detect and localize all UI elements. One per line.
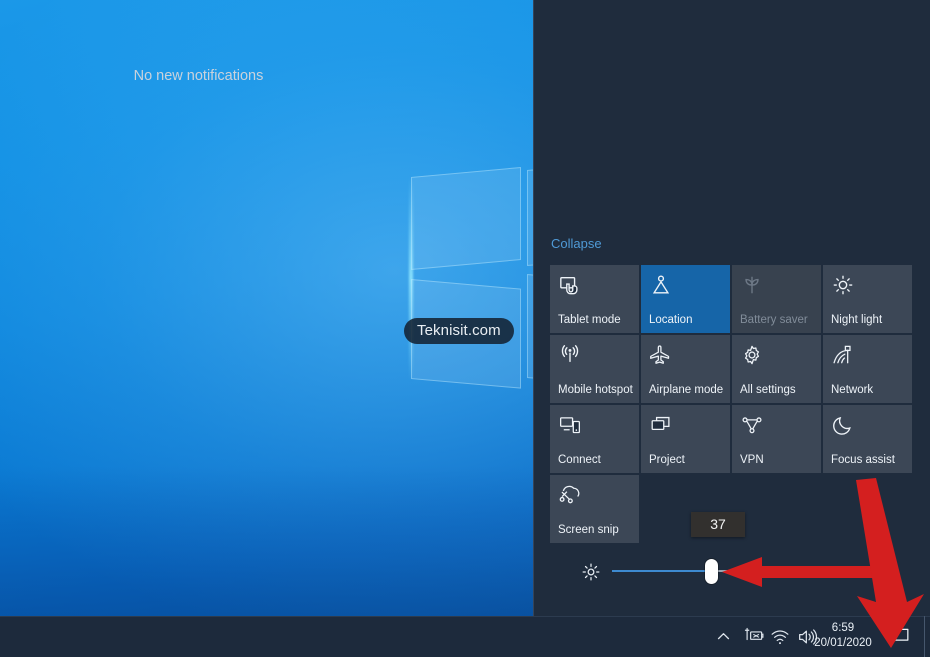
tablet-mode-icon [559,274,581,296]
quick-action-location[interactable]: Location [641,265,730,333]
wifi-icon[interactable] [770,627,790,646]
mobile-hotspot-icon [559,344,581,366]
quick-action-vpn[interactable]: VPN [732,405,821,473]
site-watermark: Teknisit.com [404,318,514,344]
taskbar [0,616,930,657]
vpn-icon [741,414,763,436]
connect-icon [559,414,581,436]
quick-action-airplane-mode[interactable]: Airplane mode [641,335,730,403]
quick-action-label: Mobile hotspot [558,384,633,396]
quick-actions-grid: Tablet mode Location Battery saver Night… [550,265,915,543]
battery-saver-icon [741,274,763,296]
quick-action-screen-snip[interactable]: Screen snip [550,475,639,543]
action-center-button[interactable] [882,616,916,657]
quick-action-label: Tablet mode [558,314,621,326]
quick-action-label: Screen snip [558,524,619,536]
quick-action-label: Focus assist [831,454,895,466]
quick-action-label: Location [649,314,693,326]
quick-action-battery-saver: Battery saver [732,265,821,333]
taskbar-right-edge [924,616,925,657]
speech-bubble-icon [889,628,909,645]
windows-logo-pane-top-left [411,166,521,270]
chevron-up-icon[interactable] [715,628,732,645]
quick-action-label: All settings [740,384,796,396]
screen: Teknisit.com No new notifications Collap… [0,0,930,657]
airplane-mode-icon [650,344,672,366]
brightness-slider-fill [612,570,711,572]
no-notifications-message: No new notifications [133,68,264,84]
quick-action-label: Night light [831,314,883,326]
brightness-slider-row[interactable] [550,555,915,589]
gear-icon [741,344,763,366]
clock-time: 6:59 [831,622,855,634]
battery-not-present-icon[interactable] [742,626,764,646]
quick-action-label: Airplane mode [649,384,724,396]
brightness-slider-track[interactable] [612,559,866,584]
moon-icon [832,414,854,436]
brightness-slider-thumb[interactable] [705,559,718,584]
quick-action-project[interactable]: Project [641,405,730,473]
quick-action-connect[interactable]: Connect [550,405,639,473]
quick-action-label: Connect [558,454,601,466]
desktop-wallpaper[interactable] [0,0,533,616]
network-icon [832,344,854,366]
screen-snip-icon [559,484,581,506]
quick-action-network[interactable]: Network [823,335,912,403]
project-icon [650,414,672,436]
quick-action-label: VPN [740,454,764,466]
location-icon [650,274,672,296]
quick-action-all-settings[interactable]: All settings [732,335,821,403]
taskbar-clock[interactable]: 6:59 20/01/2020 [810,621,876,651]
quick-action-tablet-mode[interactable]: Tablet mode [550,265,639,333]
clock-date: 20/01/2020 [814,637,872,649]
brightness-icon [581,562,601,582]
brightness-value-tooltip: 37 [691,512,745,537]
collapse-link[interactable]: Collapse [551,236,602,251]
quick-action-label: Battery saver [740,314,808,326]
night-light-icon [832,274,854,296]
quick-action-night-light[interactable]: Night light [823,265,912,333]
quick-action-mobile-hotspot[interactable]: Mobile hotspot [550,335,639,403]
quick-action-label: Project [649,454,685,466]
quick-action-label: Network [831,384,874,396]
quick-action-focus-assist[interactable]: Focus assist [823,405,912,473]
